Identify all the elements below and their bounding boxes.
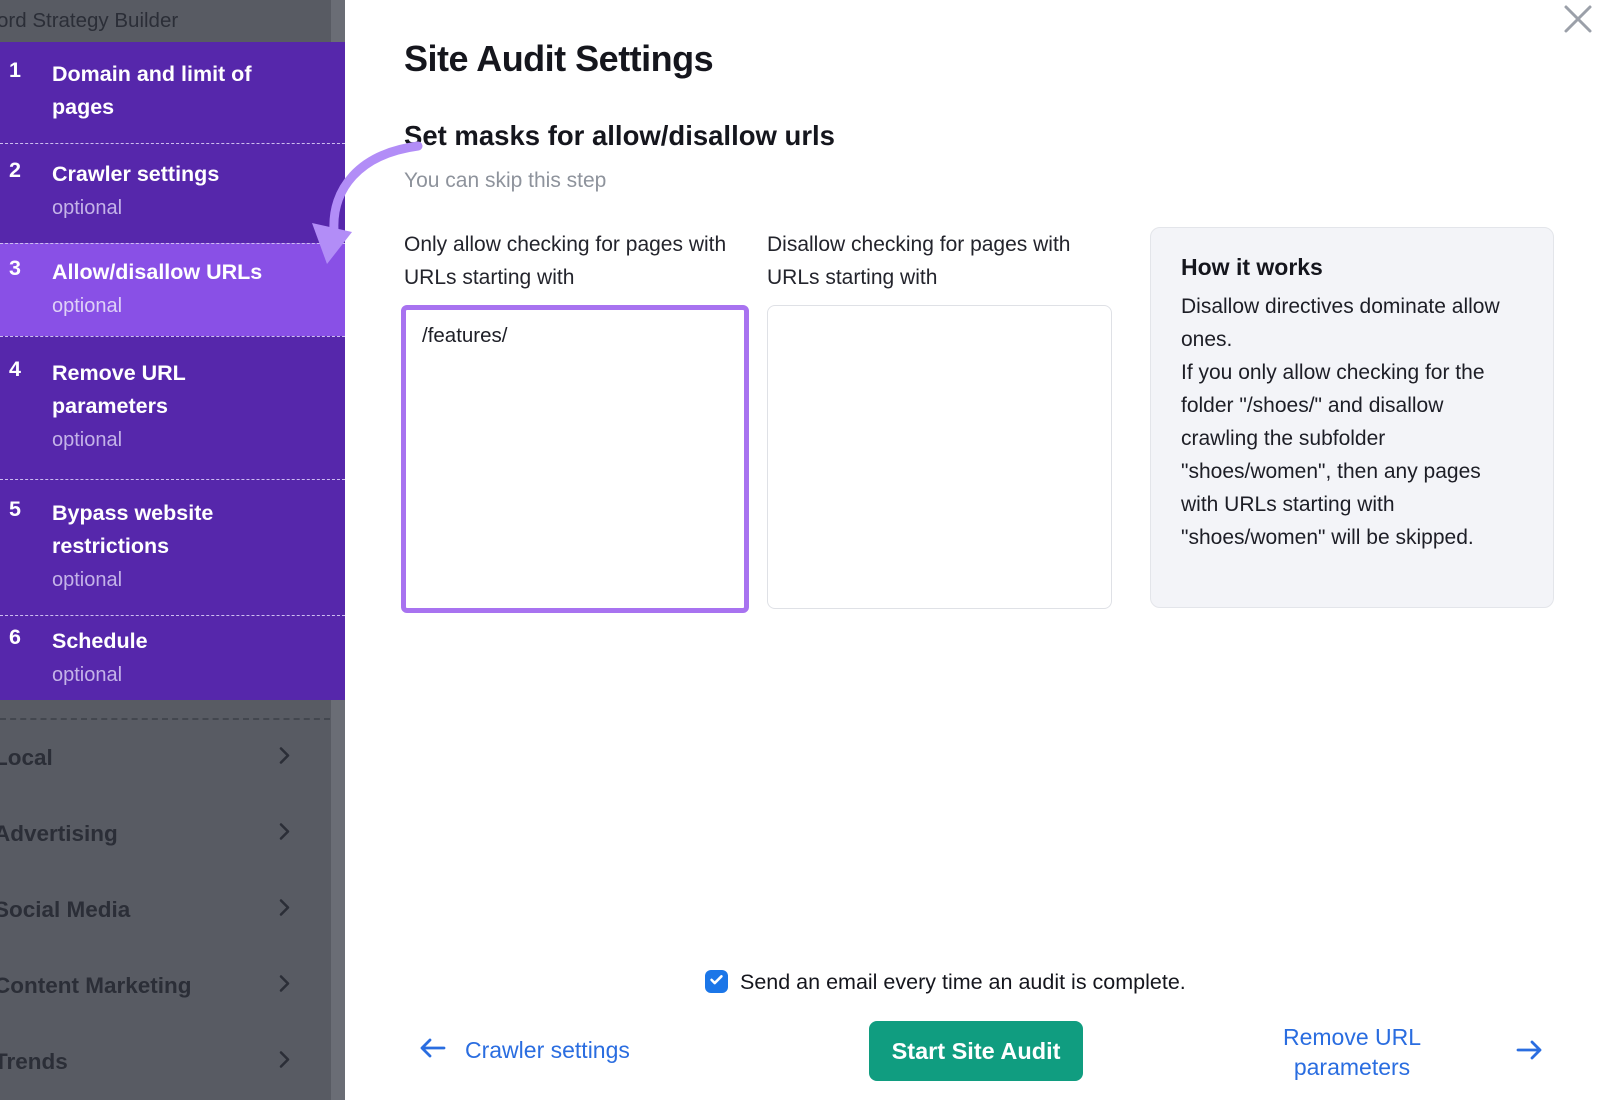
disallow-urls-label: Disallow checking for pages with URLs st…: [767, 228, 1112, 294]
chevron-right-icon: [272, 744, 296, 773]
section-heading: Set masks for allow/disallow urls: [404, 120, 835, 152]
background-menu: Local Advertising Social Media Content M…: [0, 718, 330, 1100]
skip-note: You can skip this step: [404, 169, 606, 193]
sidebar-item-social-media[interactable]: Social Media: [0, 872, 330, 948]
checkmark-icon: [708, 971, 725, 993]
sidebar-item-local[interactable]: Local: [0, 720, 330, 796]
wizard-steps: 1 Domain and limit of pages 2 Crawler se…: [0, 42, 345, 700]
sidebar-item-trends[interactable]: Trends: [0, 1024, 330, 1100]
screen: ord Strategy Builder Local Advertising S…: [0, 0, 1600, 1100]
wizard-step-bypass-restrictions[interactable]: 5 Bypass website restrictions optional: [0, 479, 345, 615]
next-remove-url-parameters-link[interactable]: Remove URL parameters: [1252, 1022, 1452, 1082]
chevron-right-icon: [272, 820, 296, 849]
sidebar-item-content-marketing[interactable]: Content Marketing: [0, 948, 330, 1024]
email-checkbox[interactable]: [705, 970, 728, 993]
start-site-audit-button[interactable]: Start Site Audit: [869, 1021, 1083, 1081]
how-it-works-text-2: If you only allow checking for the folde…: [1181, 356, 1523, 554]
email-checkbox-label[interactable]: Send an email every time an audit is com…: [740, 967, 1186, 997]
arrow-left-icon: [417, 1036, 447, 1065]
allow-urls-label: Only allow checking for pages with URLs …: [404, 228, 749, 294]
disallow-urls-textarea[interactable]: [767, 305, 1112, 609]
background-item-strategy-builder: ord Strategy Builder: [0, 0, 337, 42]
wizard-step-schedule[interactable]: 6 Schedule optional: [0, 615, 345, 700]
how-it-works-text-1: Disallow directives dominate allow ones.: [1181, 290, 1523, 356]
wizard-step-allow-disallow-urls[interactable]: 3 Allow/disallow URLs optional: [0, 243, 345, 336]
how-it-works-title: How it works: [1181, 254, 1523, 281]
back-to-crawler-settings-link[interactable]: Crawler settings: [417, 1036, 630, 1065]
wizard-step-crawler-settings[interactable]: 2 Crawler settings optional: [0, 143, 345, 243]
wizard-step-remove-url-parameters[interactable]: 4 Remove URL parameters optional: [0, 336, 345, 479]
sidebar-item-advertising[interactable]: Advertising: [0, 796, 330, 872]
arrow-right-icon[interactable]: [1515, 1038, 1545, 1067]
email-notification-row: Send an email every time an audit is com…: [705, 967, 1186, 997]
site-audit-settings-modal: Site Audit Settings Set masks for allow/…: [345, 0, 1600, 1100]
chevron-right-icon: [272, 972, 296, 1001]
page-title: Site Audit Settings: [404, 38, 713, 80]
how-it-works-panel: How it works Disallow directives dominat…: [1150, 227, 1554, 608]
close-icon[interactable]: [1561, 2, 1595, 36]
chevron-right-icon: [272, 896, 296, 925]
chevron-right-icon: [272, 1048, 296, 1077]
allow-urls-textarea[interactable]: /features/: [401, 305, 749, 613]
wizard-step-domain-and-limit[interactable]: 1 Domain and limit of pages: [0, 42, 345, 143]
